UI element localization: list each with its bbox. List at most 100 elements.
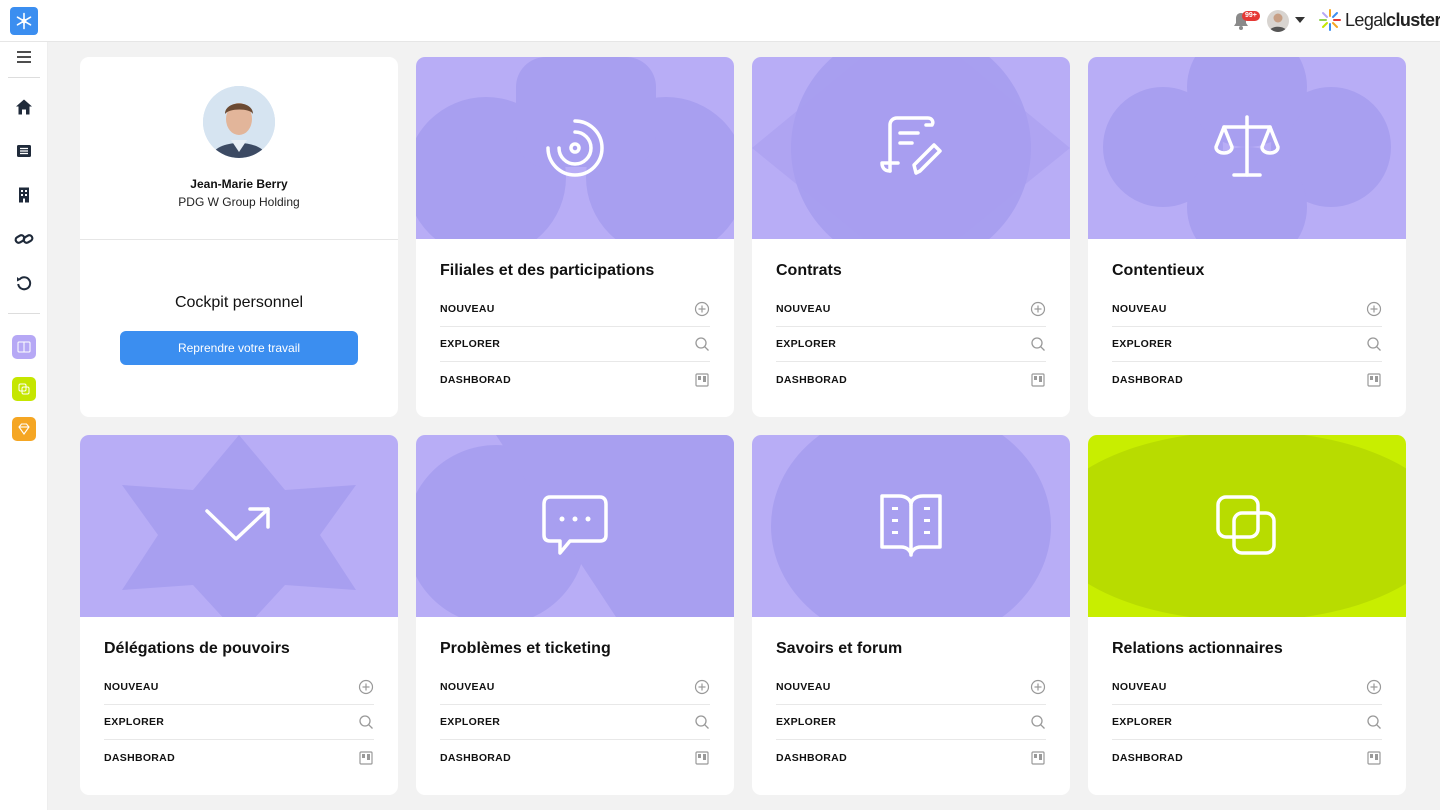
action-label: NOUVEAU [1112, 303, 1167, 315]
action-label: DASHBORAD [440, 751, 511, 764]
action-explore[interactable]: EXPLORER [104, 705, 374, 740]
module-card: Problèmes et ticketing NOUVEAU EXPLORER … [416, 435, 734, 795]
profile-role: PDG W Group Holding [178, 195, 300, 209]
action-label: EXPLORER [440, 716, 501, 728]
action-dashboard[interactable]: DASHBORAD [776, 740, 1046, 775]
action-label: DASHBORAD [776, 373, 847, 386]
module-title: Relations actionnaires [1112, 640, 1283, 657]
sidebar-item-news[interactable] [12, 139, 36, 163]
action-explore[interactable]: EXPLORER [1112, 705, 1382, 740]
action-label: EXPLORER [104, 716, 165, 728]
brand-name: Legalcluster [1345, 9, 1440, 30]
module-card: Délégations de pouvoirs NOUVEAU EXPLORER… [80, 435, 398, 795]
building-icon [19, 187, 29, 203]
sidebar-divider [8, 77, 40, 78]
action-new[interactable]: NOUVEAU [1112, 670, 1382, 705]
contract-edit-icon [880, 116, 942, 175]
copy-icon [1216, 495, 1276, 555]
action-label: DASHBORAD [104, 751, 175, 764]
module-shortcut-copy[interactable] [12, 377, 36, 401]
module-actions: NOUVEAU EXPLORER DASHBORAD [776, 670, 1046, 775]
action-new[interactable]: NOUVEAU [440, 292, 710, 327]
home-icon [16, 99, 32, 115]
module-banner[interactable] [416, 435, 734, 617]
dashboard-icon [359, 750, 373, 765]
module-actions: NOUVEAU EXPLORER DASHBORAD [440, 670, 710, 775]
action-dashboard[interactable]: DASHBORAD [104, 740, 374, 775]
module-shortcut-diamond[interactable] [12, 417, 36, 441]
module-banner[interactable] [1088, 57, 1406, 239]
plus-circle-icon [1366, 679, 1382, 695]
module-shortcut-book[interactable] [12, 335, 36, 359]
dashboard-icon [695, 372, 709, 387]
action-dashboard[interactable]: DASHBORAD [1112, 740, 1382, 775]
module-actions: NOUVEAU EXPLORER DASHBORAD [440, 292, 710, 397]
module-actions: NOUVEAU EXPLORER DASHBORAD [776, 292, 1046, 397]
sidebar [0, 42, 48, 810]
search-icon [359, 715, 373, 729]
user-avatar[interactable] [1267, 10, 1289, 32]
module-banner[interactable] [752, 57, 1070, 239]
module-banner[interactable] [80, 435, 398, 617]
action-explore[interactable]: EXPLORER [776, 327, 1046, 362]
open-book-icon [880, 494, 942, 557]
module-actions: NOUVEAU EXPLORER DASHBORAD [1112, 292, 1382, 397]
action-new[interactable]: NOUVEAU [776, 670, 1046, 705]
menu-icon [17, 51, 31, 63]
sidebar-item-entities[interactable] [12, 183, 36, 207]
sidebar-divider [8, 313, 40, 314]
plus-circle-icon [694, 679, 710, 695]
plus-circle-icon [358, 679, 374, 695]
dashboard-icon [1367, 372, 1381, 387]
app-logo[interactable] [10, 7, 38, 35]
action-dashboard[interactable]: DASHBORAD [440, 362, 710, 397]
search-icon [1367, 715, 1381, 729]
profile-card: Jean-Marie Berry PDG W Group Holding Coc… [80, 57, 398, 417]
sidebar-item-home[interactable] [12, 95, 36, 119]
module-title: Problèmes et ticketing [440, 640, 611, 657]
link-icon [14, 234, 34, 244]
action-label: EXPLORER [776, 716, 837, 728]
resume-work-button[interactable]: Reprendre votre travail [120, 331, 358, 365]
action-label: EXPLORER [1112, 338, 1173, 350]
action-dashboard[interactable]: DASHBORAD [1112, 362, 1382, 397]
action-new[interactable]: NOUVEAU [776, 292, 1046, 327]
menu-button[interactable] [12, 45, 36, 69]
action-explore[interactable]: EXPLORER [776, 705, 1046, 740]
module-title: Contrats [776, 262, 842, 279]
action-label: EXPLORER [1112, 716, 1173, 728]
sidebar-item-links[interactable] [12, 227, 36, 251]
diamond-icon [18, 423, 30, 435]
action-label: DASHBORAD [1112, 373, 1183, 386]
action-new[interactable]: NOUVEAU [440, 670, 710, 705]
action-dashboard[interactable]: DASHBORAD [776, 362, 1046, 397]
module-title: Savoirs et forum [776, 640, 903, 657]
notification-badge: 99+ [1242, 11, 1260, 21]
dashboard-icon [1031, 372, 1045, 387]
action-label: NOUVEAU [440, 303, 495, 315]
action-dashboard[interactable]: DASHBORAD [440, 740, 710, 775]
module-banner[interactable] [752, 435, 1070, 617]
cockpit-title: Cockpit personnel [174, 294, 304, 311]
action-label: DASHBORAD [776, 751, 847, 764]
chevron-down-icon[interactable] [1295, 17, 1305, 23]
dashboard-icon [1367, 750, 1381, 765]
plus-circle-icon [1030, 301, 1046, 317]
action-new[interactable]: NOUVEAU [1112, 292, 1382, 327]
action-explore[interactable]: EXPLORER [440, 327, 710, 362]
brand-logo: Legalcluster [1318, 8, 1440, 32]
module-banner[interactable] [416, 57, 734, 239]
action-label: EXPLORER [776, 338, 837, 350]
plus-circle-icon [1366, 301, 1382, 317]
plus-circle-icon [1030, 679, 1046, 695]
module-card: Savoirs et forum NOUVEAU EXPLORER DASHBO… [752, 435, 1070, 795]
action-explore[interactable]: EXPLORER [440, 705, 710, 740]
action-explore[interactable]: EXPLORER [1112, 327, 1382, 362]
chat-bubble-icon [542, 495, 608, 555]
sidebar-item-history[interactable] [12, 271, 36, 295]
plus-circle-icon [694, 301, 710, 317]
action-new[interactable]: NOUVEAU [104, 670, 374, 705]
arrow-trend-icon [205, 507, 270, 541]
module-banner[interactable] [1088, 435, 1406, 617]
history-icon [17, 276, 32, 291]
